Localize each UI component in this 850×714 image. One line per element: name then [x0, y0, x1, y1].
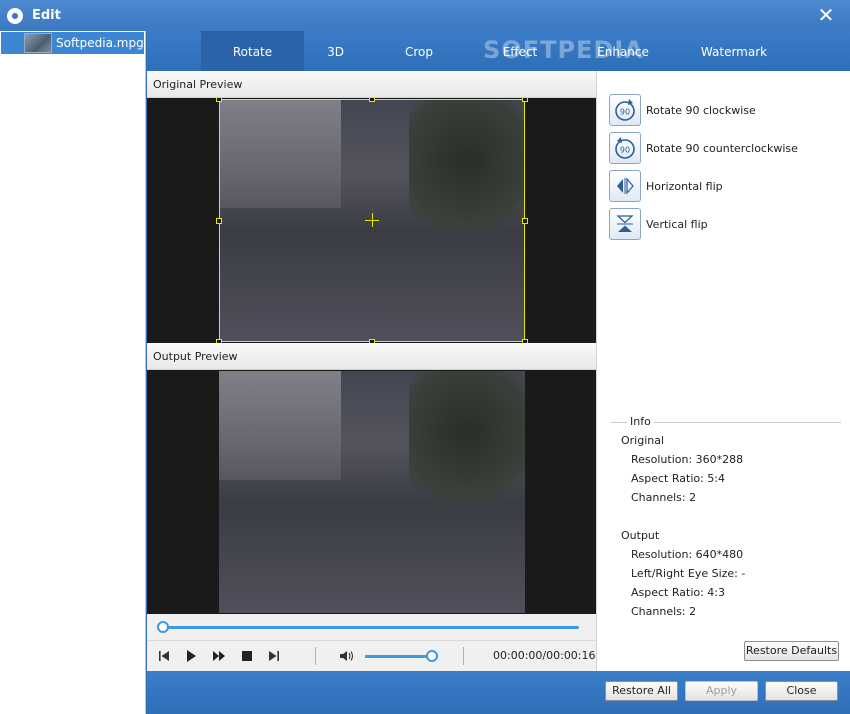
video-thumbnail [24, 33, 52, 53]
preview-pane: Original Preview Output Preview 00:00:00… [147, 71, 596, 671]
original-heading: Original [621, 434, 665, 447]
svg-text:90: 90 [620, 146, 630, 155]
rotate-counterclockwise-icon: 90 [609, 132, 641, 164]
crop-handle-right[interactable] [522, 218, 528, 224]
crop-handle-left[interactable] [216, 218, 222, 224]
seek-track[interactable] [163, 626, 579, 629]
output-video-frame [219, 371, 525, 613]
restore-defaults-button[interactable]: Restore Defaults [744, 641, 839, 661]
original-preview-label: Original Preview [147, 71, 596, 98]
crop-handle-top-right[interactable] [522, 98, 528, 102]
seek-bar [147, 614, 596, 640]
file-name: Softpedia.mpg [56, 36, 144, 50]
restore-all-button[interactable]: Restore All [605, 681, 678, 701]
horizontal-flip-button[interactable]: Horizontal flip [609, 170, 723, 202]
svg-text:90: 90 [620, 108, 630, 117]
controls-separator [315, 647, 316, 665]
tab-watermark[interactable]: Watermark [682, 31, 786, 71]
rotate-counterclockwise-button[interactable]: 90 Rotate 90 counterclockwise [609, 132, 798, 164]
output-preview-video [147, 370, 596, 614]
info-title: Info [627, 415, 654, 428]
play-icon[interactable] [184, 649, 198, 663]
original-preview-video [147, 98, 596, 343]
tab-3d[interactable]: 3D [304, 31, 367, 71]
rotate-panel: 90 Rotate 90 clockwise 90 Rotate 90 coun… [596, 71, 850, 671]
vertical-flip-button[interactable]: Vertical flip [609, 208, 708, 240]
vertical-flip-icon [609, 208, 641, 240]
apply-button[interactable]: Apply [685, 681, 758, 701]
tab-enhance[interactable]: Enhance [580, 31, 666, 71]
original-resolution: Resolution: 360*288 [631, 453, 744, 466]
edit-tabs: Rotate 3D Crop Effect Enhance Watermark [147, 31, 850, 71]
output-preview-label: Output Preview [147, 343, 596, 370]
close-button[interactable]: Close [765, 681, 838, 701]
skip-to-end-icon[interactable] [267, 649, 281, 663]
app-logo-icon [7, 7, 23, 24]
output-heading: Output [621, 529, 660, 542]
close-window-button[interactable]: ✕ [816, 5, 836, 25]
output-aspect-ratio: Aspect Ratio: 4:3 [631, 586, 726, 599]
volume-handle[interactable] [425, 650, 438, 662]
rotate-clockwise-button[interactable]: 90 Rotate 90 clockwise [609, 94, 756, 126]
vertical-flip-label: Vertical flip [646, 217, 708, 231]
crop-handle-top-left[interactable] [216, 98, 222, 102]
horizontal-flip-icon [609, 170, 641, 202]
crop-handle-top[interactable] [369, 98, 375, 102]
controls-separator [463, 647, 464, 665]
output-resolution: Resolution: 640*480 [631, 548, 744, 561]
tab-crop[interactable]: Crop [379, 31, 459, 71]
volume-track[interactable] [365, 655, 435, 658]
crop-frame[interactable] [216, 98, 528, 343]
original-channels: Channels: 2 [631, 491, 697, 504]
tab-effect[interactable]: Effect [477, 31, 563, 71]
edit-content: Original Preview Output Preview 00:00:00… [147, 71, 850, 671]
stop-icon[interactable] [240, 649, 254, 663]
window-title: Edit [32, 8, 61, 23]
playback-time: 00:00:00/00:00:16 [493, 649, 596, 662]
rotate-clockwise-icon: 90 [609, 94, 641, 126]
rotate-clockwise-label: Rotate 90 clockwise [646, 103, 756, 117]
tab-rotate[interactable]: Rotate [201, 31, 304, 71]
output-channels: Channels: 2 [631, 605, 697, 618]
fast-forward-icon[interactable] [212, 649, 226, 663]
horizontal-flip-label: Horizontal flip [646, 179, 723, 193]
title-bar: Edit ✕ [0, 0, 850, 31]
file-list-item[interactable]: Softpedia.mpg [1, 32, 144, 54]
rotate-counterclockwise-label: Rotate 90 counterclockwise [646, 141, 798, 155]
skip-to-start-icon[interactable] [157, 649, 171, 663]
seek-handle[interactable] [157, 621, 169, 633]
original-aspect-ratio: Aspect Ratio: 5:4 [631, 472, 726, 485]
player-controls: 00:00:00/00:00:16 [147, 640, 596, 671]
output-eye-size: Left/Right Eye Size: - [631, 567, 746, 580]
crop-center-crosshair-vertical [372, 213, 373, 227]
file-list: Softpedia.mpg [0, 31, 146, 714]
dialog-footer: Restore All Apply Close [147, 671, 850, 714]
volume-icon[interactable] [339, 649, 355, 663]
